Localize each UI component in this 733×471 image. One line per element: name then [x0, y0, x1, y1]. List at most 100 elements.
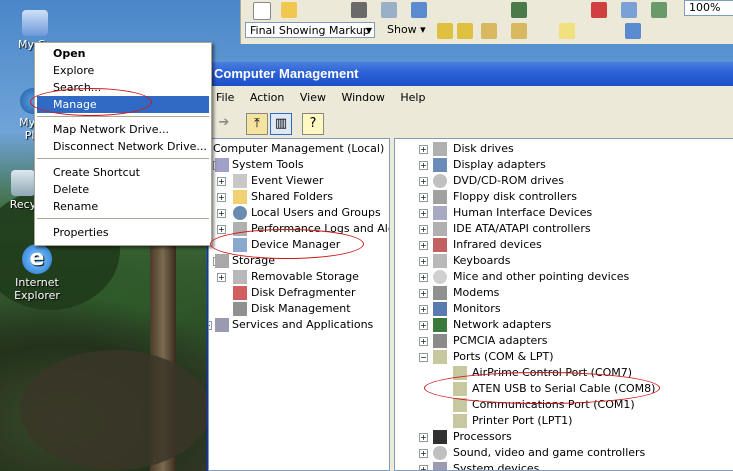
forward-arrow-icon[interactable]: ➔	[214, 113, 234, 133]
accept-change-icon[interactable]	[481, 23, 497, 39]
hid-icon	[433, 206, 447, 220]
display-for-review-select[interactable]: Final Showing Markup ▼	[245, 22, 375, 38]
new-document-icon[interactable]	[253, 2, 271, 20]
disk-drive-icon	[433, 142, 447, 156]
infrared-icon	[433, 238, 447, 252]
expand-icon[interactable]: +	[419, 193, 428, 202]
expand-icon[interactable]: +	[419, 449, 428, 458]
reject-change-icon[interactable]	[511, 23, 527, 39]
port-icon	[453, 414, 467, 428]
menu-item-open[interactable]: Open	[37, 45, 209, 62]
expand-icon[interactable]: +	[217, 177, 226, 186]
menu-file[interactable]: File	[208, 88, 240, 107]
expand-icon[interactable]: +	[217, 273, 226, 282]
tables-icon[interactable]	[621, 2, 637, 18]
expand-icon[interactable]: +	[419, 241, 428, 250]
show-hide-console-tree-icon[interactable]: ▥	[270, 113, 292, 135]
window-toolbar: ➔ ⤒ ▥ ?	[208, 110, 733, 136]
up-folder-icon[interactable]: ⤒	[246, 113, 268, 135]
context-menu: Open Explore Search... Manage Map Networ…	[34, 42, 212, 246]
undo-icon[interactable]	[511, 2, 527, 18]
network-adapter-icon	[433, 318, 447, 332]
menu-item-manage[interactable]: Manage	[37, 96, 209, 113]
expand-icon[interactable]: +	[419, 161, 428, 170]
expand-icon[interactable]: +	[419, 225, 428, 234]
disk-management-icon	[233, 302, 247, 316]
expand-icon[interactable]: +	[217, 225, 226, 234]
console-tree: Computer Management (Local) − System Too…	[208, 138, 390, 471]
menu-separator	[37, 218, 209, 219]
expand-icon[interactable]: +	[419, 337, 428, 346]
keyboard-icon	[433, 254, 447, 268]
next-change-icon[interactable]	[457, 23, 473, 39]
my-computer-icon	[22, 10, 48, 36]
menu-item-search[interactable]: Search...	[37, 79, 209, 96]
pcmcia-icon	[433, 334, 447, 348]
menu-window[interactable]: Window	[335, 88, 390, 107]
cdrom-icon	[433, 174, 447, 188]
rock	[20, 350, 210, 470]
device-manager-icon	[233, 238, 247, 252]
floppy-controller-icon	[433, 190, 447, 204]
expand-icon[interactable]: +	[419, 257, 428, 266]
expand-icon[interactable]: +	[209, 321, 212, 330]
help-icon[interactable]: ?	[302, 113, 324, 135]
window-title: Computer Management	[208, 62, 733, 86]
menu-item-rename[interactable]: Rename	[37, 198, 209, 215]
expand-icon[interactable]: +	[419, 433, 428, 442]
menu-bar: File Action View Window Help	[208, 88, 733, 108]
word-toolbar: 100% Final Showing Markup ▼ Show ▾	[240, 0, 733, 44]
system-devices-icon	[433, 462, 447, 470]
shared-folder-icon	[233, 190, 247, 204]
expand-icon[interactable]: +	[419, 209, 428, 218]
open-folder-icon[interactable]	[281, 2, 297, 18]
expand-icon[interactable]: +	[419, 145, 428, 154]
menu-item-disconnect-network-drive[interactable]: Disconnect Network Drive...	[37, 138, 209, 155]
menu-view[interactable]: View	[294, 88, 332, 107]
services-icon	[215, 318, 229, 332]
expand-icon[interactable]: +	[419, 177, 428, 186]
menu-item-create-shortcut[interactable]: Create Shortcut	[37, 164, 209, 181]
sound-icon	[433, 446, 447, 460]
processor-icon	[433, 430, 447, 444]
chevron-down-icon: ▼	[365, 26, 372, 35]
menu-item-explore[interactable]: Explore	[37, 62, 209, 79]
expand-icon[interactable]: +	[217, 209, 226, 218]
expand-icon[interactable]: +	[419, 465, 428, 470]
mouse-icon	[433, 270, 447, 284]
show-button[interactable]: Show ▾	[387, 22, 426, 38]
event-viewer-icon	[233, 174, 247, 188]
reviewing-pane-icon[interactable]	[625, 23, 641, 39]
insert-table-icon[interactable]	[651, 2, 667, 18]
new-comment-icon[interactable]	[559, 23, 575, 39]
expand-icon[interactable]: +	[419, 273, 428, 282]
collapse-icon[interactable]: −	[419, 353, 428, 362]
device-list: + Disk drives + Display adapters + DVD/CD-R…	[394, 138, 733, 471]
menu-item-map-network-drive[interactable]: Map Network Drive...	[37, 121, 209, 138]
menu-action[interactable]: Action	[244, 88, 290, 107]
ide-controller-icon	[433, 222, 447, 236]
menu-separator	[37, 158, 209, 159]
spelling-icon[interactable]	[411, 2, 427, 18]
internet-explorer-desktop-icon[interactable]: e Internet Explorer	[2, 244, 72, 302]
users-icon	[233, 206, 247, 220]
port-icon	[453, 398, 467, 412]
removable-storage-icon	[233, 270, 247, 284]
port-icon	[453, 382, 467, 396]
monitor-icon	[433, 302, 447, 316]
print-icon[interactable]	[351, 2, 367, 18]
previous-change-icon[interactable]	[437, 23, 453, 39]
menu-item-properties[interactable]: Properties	[37, 224, 209, 241]
expand-icon[interactable]: +	[419, 321, 428, 330]
insert-hyperlink-icon[interactable]	[591, 2, 607, 18]
zoom-box[interactable]: 100%	[684, 0, 733, 16]
expand-icon[interactable]: +	[217, 193, 226, 202]
expand-icon[interactable]: +	[419, 305, 428, 314]
menu-item-delete[interactable]: Delete	[37, 181, 209, 198]
print-preview-icon[interactable]	[381, 2, 397, 18]
menu-help[interactable]: Help	[394, 88, 431, 107]
expand-icon[interactable]: +	[419, 289, 428, 298]
toolbox-icon	[215, 158, 229, 172]
menu-separator	[37, 116, 209, 117]
modem-icon	[433, 286, 447, 300]
